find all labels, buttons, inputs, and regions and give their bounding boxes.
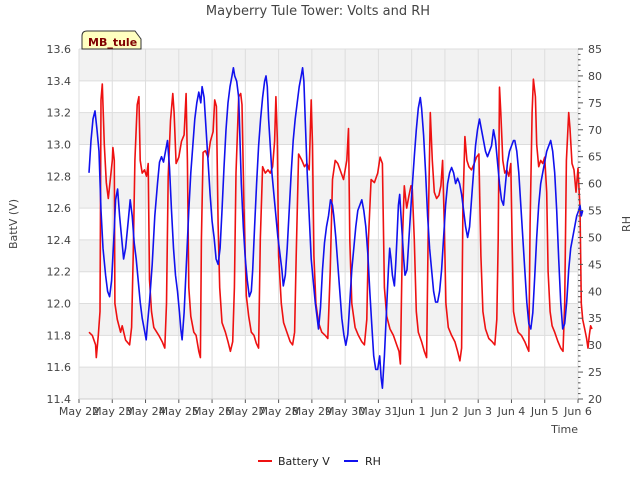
y-left-tick-label: 13.2 (47, 107, 72, 120)
background-band (79, 49, 578, 81)
chart-svg: 11.411.611.812.012.212.412.612.813.013.2… (7, 4, 633, 468)
y-right-tick-label: 25 (588, 366, 602, 379)
y-left-tick-label: 11.8 (47, 329, 72, 342)
y-axis-left-label: BattV (V) (7, 199, 20, 249)
y-right-tick-label: 75 (588, 97, 602, 110)
background-band (79, 367, 578, 399)
y-left-tick-label: 13.4 (47, 75, 72, 88)
y-left-tick-label: 12.8 (47, 170, 72, 183)
y-left-tick-label: 12.0 (47, 298, 72, 311)
x-tick-label: Jun 3 (463, 405, 492, 418)
chart-title: Mayberry Tule Tower: Volts and RH (206, 4, 430, 19)
x-tick-label: Jun 1 (397, 405, 426, 418)
y-left-tick-label: 13.0 (47, 138, 72, 151)
y-right-tick-label: 35 (588, 312, 602, 325)
y-right-tick-label: 80 (588, 70, 602, 83)
y-right-tick-label: 70 (588, 124, 602, 137)
background-band (79, 112, 578, 145)
y-right-tick-label: 40 (588, 285, 602, 298)
y-right-tick-label: 45 (588, 258, 602, 271)
x-tick-label: Jun 5 (530, 405, 559, 418)
legend-rh-label: RH (365, 455, 381, 468)
x-axis-label: Time (550, 423, 578, 436)
y-right-tick-label: 50 (588, 231, 602, 244)
y-right-tick-label: 65 (588, 151, 602, 164)
legend-battery-label: Battery V (278, 455, 330, 468)
x-tick-label: May 31 (358, 405, 398, 418)
y-left-tick-label: 12.6 (47, 202, 72, 215)
y-right-tick-label: 55 (588, 205, 602, 218)
y-right-tick-label: 30 (588, 339, 602, 352)
x-tick-label: Jun 6 (563, 405, 592, 418)
y-left-tick-label: 12.4 (47, 234, 72, 247)
x-tick-label: Jun 2 (430, 405, 459, 418)
legend: Battery V RH (258, 455, 381, 468)
y-left-tick-label: 11.6 (47, 361, 72, 374)
y-axis-right-label: RH (620, 216, 633, 232)
station-label: MB_tule (88, 36, 137, 49)
station-badge: MB_tule (81, 30, 142, 50)
y-left-tick-label: 13.6 (47, 43, 72, 56)
y-right-tick-label: 20 (588, 393, 602, 406)
axes-layer: 11.411.611.812.012.212.412.612.813.013.2… (47, 43, 603, 418)
y-left-tick-label: 12.2 (47, 266, 72, 279)
y-right-tick-label: 85 (588, 43, 602, 56)
x-tick-label: Jun 4 (497, 405, 526, 418)
y-right-tick-label: 60 (588, 178, 602, 191)
